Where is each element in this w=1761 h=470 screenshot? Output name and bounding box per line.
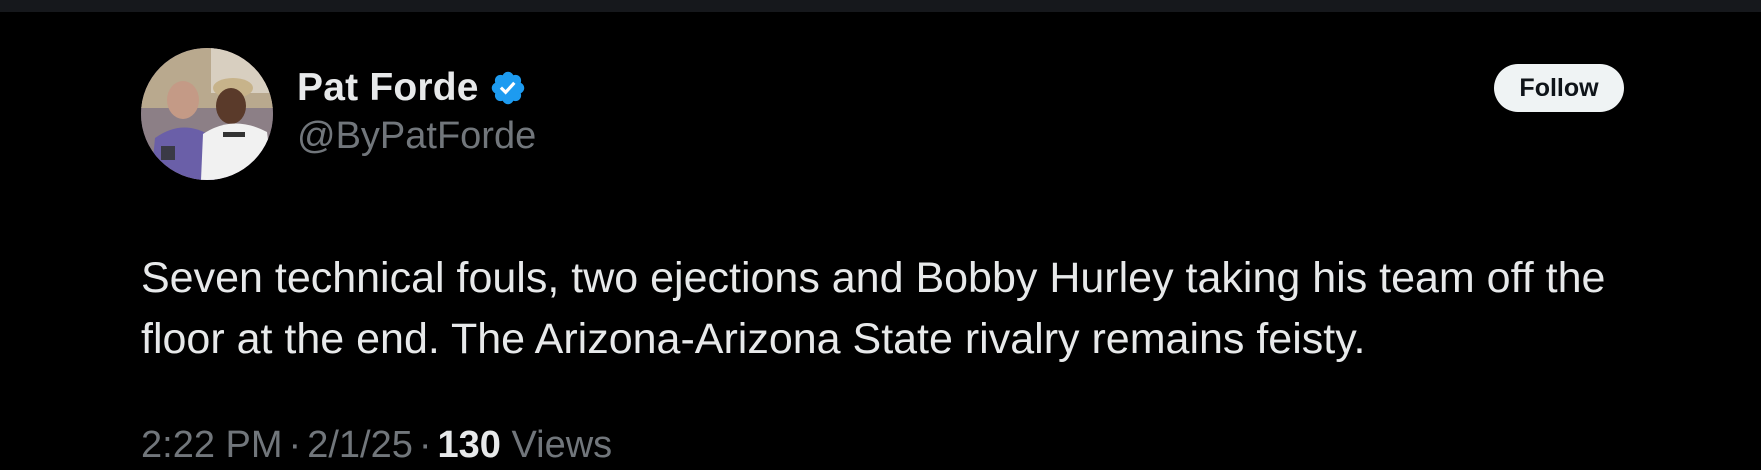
tweet-text: Seven technical fouls, two ejections and… [141,254,1606,363]
tweet-time[interactable]: 2:22 PM [141,424,283,466]
tweet-date[interactable]: 2/1/25 [307,424,413,466]
verified-badge-icon [491,71,524,105]
author-name-row: Pat Forde [297,62,527,114]
meta-separator: · [418,424,432,466]
avatar[interactable] [141,48,273,180]
author-handle[interactable]: @ByPatForde [297,115,536,158]
tweet-meta: 2:22 PM · 2/1/25 · 130 Views [141,424,612,467]
views-count: 130 [437,424,501,466]
follow-button[interactable]: Follow [1494,64,1624,112]
views-label: Views [511,424,613,466]
meta-separator: · [288,424,302,466]
author-display-name[interactable]: Pat Forde [297,66,479,110]
tweet-page: Pat Forde @ByPatForde Follow Seven techn… [0,0,1761,470]
avatar-photo [141,48,273,180]
top-bar [0,0,1761,12]
